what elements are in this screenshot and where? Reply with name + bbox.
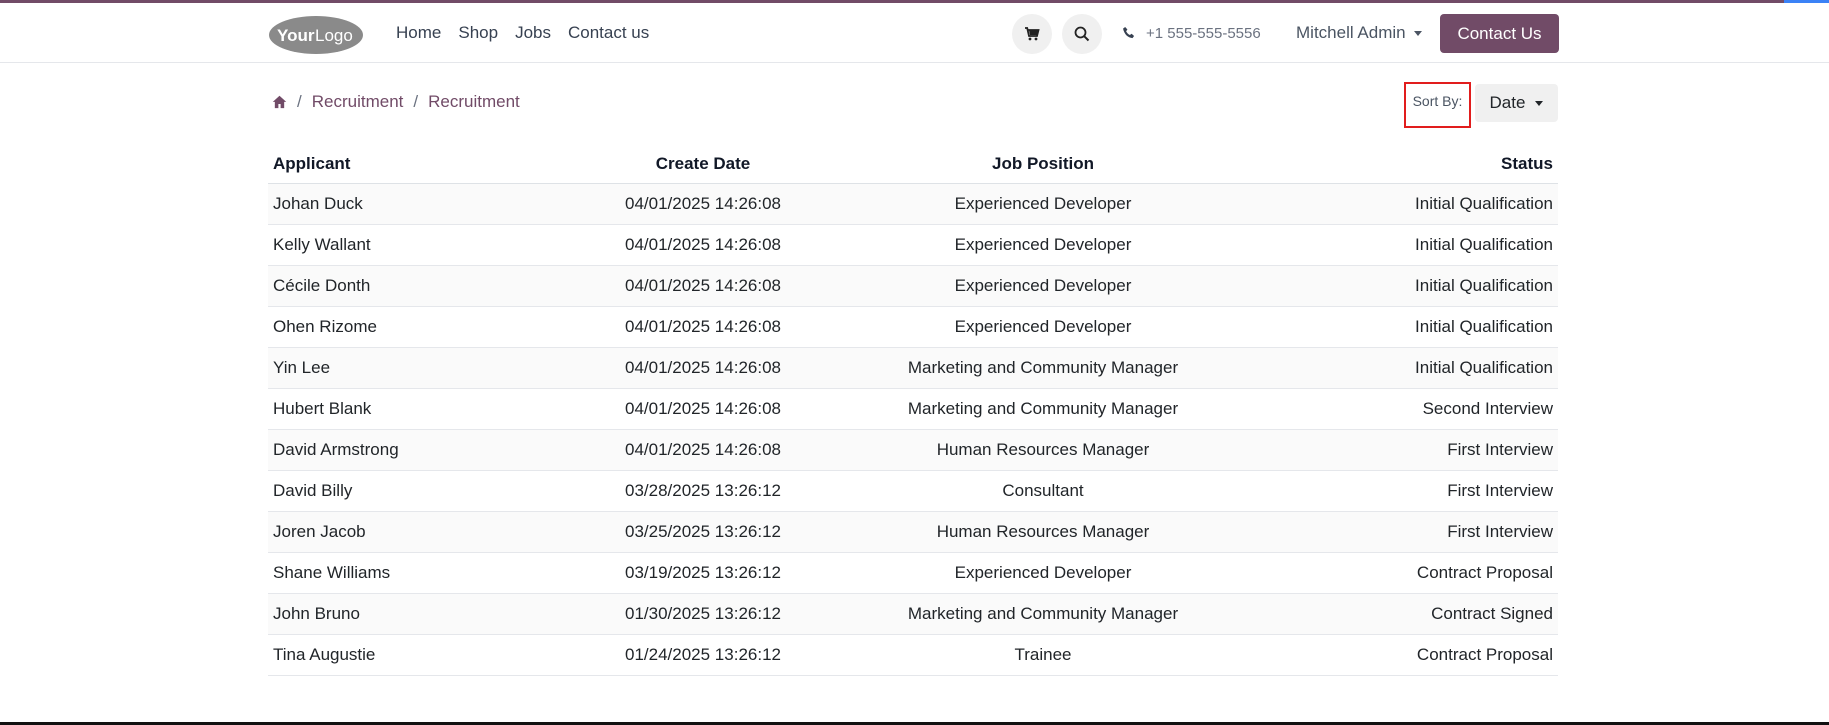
phone-icon xyxy=(1123,27,1135,39)
sort-value: Date xyxy=(1489,93,1526,112)
create-date: 04/01/2025 14:26:08 xyxy=(558,347,848,389)
phone-number: +1 555-555-5556 xyxy=(1146,24,1261,42)
site-header: Your Logo Home Shop Jobs Contact us +1 5… xyxy=(0,3,1829,63)
applicant-name: Yin Lee xyxy=(268,347,558,389)
breadcrumb-recruitment-current[interactable]: Recruitment xyxy=(428,92,520,112)
status: Contract Proposal xyxy=(1238,552,1558,594)
create-date: 01/30/2025 13:26:12 xyxy=(558,593,848,635)
table-row[interactable]: Joren Jacob 03/25/2025 13:26:12 Human Re… xyxy=(268,511,1558,553)
job-position: Human Resources Manager xyxy=(848,429,1238,471)
job-position: Experienced Developer xyxy=(848,183,1238,225)
create-date: 04/01/2025 14:26:08 xyxy=(558,265,848,307)
status: Initial Qualification xyxy=(1238,265,1558,307)
table-row[interactable]: David Billy 03/28/2025 13:26:12 Consulta… xyxy=(268,470,1558,512)
job-position: Experienced Developer xyxy=(848,265,1238,307)
nav-home[interactable]: Home xyxy=(396,23,441,43)
create-date: 03/19/2025 13:26:12 xyxy=(558,552,848,594)
chevron-down-icon xyxy=(1413,30,1422,36)
table-row[interactable]: Cécile Donth 04/01/2025 14:26:08 Experie… xyxy=(268,265,1558,307)
sort-by-label-box: Sort By: xyxy=(1404,82,1471,128)
applicant-name: Hubert Blank xyxy=(268,388,558,430)
table-row[interactable]: Yin Lee 04/01/2025 14:26:08 Marketing an… xyxy=(268,347,1558,389)
job-position: Experienced Developer xyxy=(848,552,1238,594)
applicant-name: David Billy xyxy=(268,470,558,512)
svg-text:Your: Your xyxy=(277,26,315,45)
create-date: 03/25/2025 13:26:12 xyxy=(558,511,848,553)
job-position: Consultant xyxy=(848,470,1238,512)
status: Initial Qualification xyxy=(1238,306,1558,348)
main-nav: Home Shop Jobs Contact us xyxy=(396,3,649,63)
search-button[interactable] xyxy=(1062,14,1102,54)
sort-dropdown[interactable]: Date xyxy=(1475,84,1558,122)
cart-button[interactable] xyxy=(1012,14,1052,54)
nav-contact-us[interactable]: Contact us xyxy=(568,23,649,43)
job-position: Marketing and Community Manager xyxy=(848,388,1238,430)
home-icon[interactable] xyxy=(272,95,287,109)
table-header-row: Applicant Create Date Job Position Statu… xyxy=(268,146,1558,184)
cart-icon xyxy=(1025,27,1040,41)
search-icon xyxy=(1074,26,1090,42)
table-row[interactable]: Johan Duck 04/01/2025 14:26:08 Experienc… xyxy=(268,183,1558,225)
table-row[interactable]: Tina Augustie 01/24/2025 13:26:12 Traine… xyxy=(268,634,1558,676)
job-position: Trainee xyxy=(848,634,1238,676)
status: Initial Qualification xyxy=(1238,224,1558,266)
applicant-name: Kelly Wallant xyxy=(268,224,558,266)
applicant-name: Joren Jacob xyxy=(268,511,558,553)
table-row[interactable]: Shane Williams 03/19/2025 13:26:12 Exper… xyxy=(268,552,1558,594)
breadcrumb-recruitment[interactable]: Recruitment xyxy=(312,92,404,112)
chevron-down-icon xyxy=(1535,100,1544,106)
breadcrumb-separator: / xyxy=(413,92,419,111)
user-name: Mitchell Admin xyxy=(1296,23,1406,42)
status: First Interview xyxy=(1238,511,1558,553)
create-date: 03/28/2025 13:26:12 xyxy=(558,470,848,512)
logo[interactable]: Your Logo xyxy=(268,15,364,55)
table-row[interactable]: John Bruno 01/30/2025 13:26:12 Marketing… xyxy=(268,593,1558,635)
job-position: Marketing and Community Manager xyxy=(848,347,1238,389)
column-header-create-date[interactable]: Create Date xyxy=(558,146,848,184)
table-row[interactable]: David Armstrong 04/01/2025 14:26:08 Huma… xyxy=(268,429,1558,471)
applicant-name: Johan Duck xyxy=(268,183,558,225)
applicant-name: Shane Williams xyxy=(268,552,558,594)
phone-contact[interactable]: +1 555-555-5556 xyxy=(1122,3,1261,63)
applicant-name: John Bruno xyxy=(268,593,558,635)
create-date: 04/01/2025 14:26:08 xyxy=(558,183,848,225)
job-position: Marketing and Community Manager xyxy=(848,593,1238,635)
create-date: 04/01/2025 14:26:08 xyxy=(558,224,848,266)
status: First Interview xyxy=(1238,470,1558,512)
job-position: Experienced Developer xyxy=(848,306,1238,348)
contact-us-button[interactable]: Contact Us xyxy=(1440,14,1559,53)
sort-by-label: Sort By: xyxy=(1412,93,1463,109)
column-header-job-position[interactable]: Job Position xyxy=(848,146,1238,184)
column-header-status[interactable]: Status xyxy=(1238,146,1558,184)
breadcrumb-separator: / xyxy=(297,92,302,111)
status: Second Interview xyxy=(1238,388,1558,430)
table-row[interactable]: Kelly Wallant 04/01/2025 14:26:08 Experi… xyxy=(268,224,1558,266)
create-date: 01/24/2025 13:26:12 xyxy=(558,634,848,676)
table-row[interactable]: Hubert Blank 04/01/2025 14:26:08 Marketi… xyxy=(268,388,1558,430)
applicants-table: Applicant Create Date Job Position Statu… xyxy=(268,146,1558,676)
breadcrumb: / Recruitment / Recruitment xyxy=(272,92,520,112)
create-date: 04/01/2025 14:26:08 xyxy=(558,388,848,430)
applicant-name: Ohen Rizome xyxy=(268,306,558,348)
svg-text:Logo: Logo xyxy=(315,26,353,45)
status: Initial Qualification xyxy=(1238,347,1558,389)
nav-jobs[interactable]: Jobs xyxy=(515,23,551,43)
user-menu[interactable]: Mitchell Admin xyxy=(1296,3,1422,63)
status: Contract Signed xyxy=(1238,593,1558,635)
create-date: 04/01/2025 14:26:08 xyxy=(558,429,848,471)
status: First Interview xyxy=(1238,429,1558,471)
column-header-applicant[interactable]: Applicant xyxy=(268,146,558,184)
job-position: Human Resources Manager xyxy=(848,511,1238,553)
nav-shop[interactable]: Shop xyxy=(458,23,498,43)
create-date: 04/01/2025 14:26:08 xyxy=(558,306,848,348)
status: Contract Proposal xyxy=(1238,634,1558,676)
applicant-name: David Armstrong xyxy=(268,429,558,471)
job-position: Experienced Developer xyxy=(848,224,1238,266)
table-row[interactable]: Ohen Rizome 04/01/2025 14:26:08 Experien… xyxy=(268,306,1558,348)
applicant-name: Cécile Donth xyxy=(268,265,558,307)
status: Initial Qualification xyxy=(1238,183,1558,225)
applicant-name: Tina Augustie xyxy=(268,634,558,676)
